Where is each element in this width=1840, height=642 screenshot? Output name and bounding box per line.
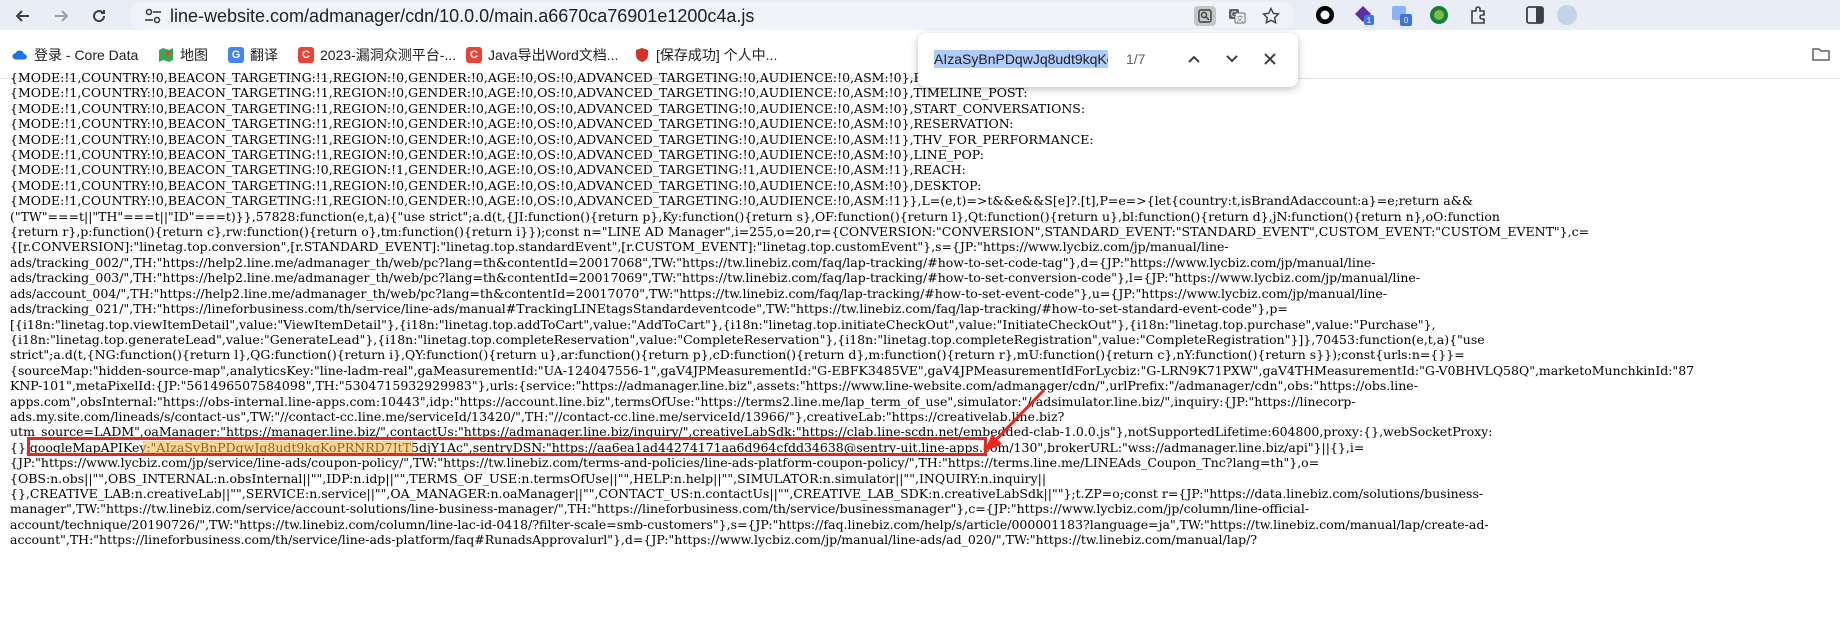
bookmark-label: Java导出Word文档... xyxy=(488,47,619,63)
bookmark-item[interactable]: C Java导出Word文档... xyxy=(466,44,618,66)
code-line: {MODE:!1,COUNTRY:!0,BEACON_TARGETING:!1,… xyxy=(10,85,1028,101)
bookmark-item[interactable]: C 2023-漏洞众测平台-... xyxy=(298,44,456,66)
code-line: ads/tracking_021/",TH:"https://lineforbu… xyxy=(10,301,1288,317)
code-line: {OBS:n.obs||"",OBS_INTERNAL:n.obsInterna… xyxy=(10,470,1047,486)
bookmark-label: 2023-漏洞众测平台-... xyxy=(320,47,457,63)
code-line: {sourceMap:"hidden-source-map",analytics… xyxy=(10,362,1695,378)
extension-badge-icon[interactable]: 1 xyxy=(1352,4,1374,26)
bookmark-label: 地图 xyxy=(180,47,208,63)
extension-globe-icon[interactable] xyxy=(1428,4,1450,26)
code-line: apps.com",obsInternal:"https://obs-inter… xyxy=(10,393,1356,409)
code-line: manager",TW:"https://tw.linebiz.com/serv… xyxy=(10,501,1310,517)
code-line: ads.my.site.com/lineads/s/contact-us",TW… xyxy=(10,408,1065,424)
code-line: ads/tracking_003/",TH:"https://help2.lin… xyxy=(10,270,1421,286)
side-panel-icon[interactable] xyxy=(1524,4,1546,26)
find-previous-button[interactable] xyxy=(1182,47,1206,71)
svg-text:0: 0 xyxy=(1404,16,1409,25)
bookmark-label: [保存成功] 个人中... xyxy=(656,47,778,63)
code-line: [{i18n:"linetag.top.viewItemDetail",valu… xyxy=(10,316,1436,332)
address-bar[interactable]: line-website.com/admanager/cdn/10.0.0/ma… xyxy=(130,2,1294,30)
bookmark-label: 翻译 xyxy=(250,47,278,63)
bookmark-item[interactable]: 登录 - Core Data xyxy=(12,44,138,66)
url-text: line-website.com/admanager/cdn/10.0.0/ma… xyxy=(170,6,755,26)
back-button[interactable] xyxy=(10,3,36,29)
code-line: ads/account_004/",TH:"https://help2.line… xyxy=(10,285,1388,301)
arrow-left-icon xyxy=(15,10,29,22)
code-line: {i18n:"linetag.top.generateLead",value:"… xyxy=(10,331,1485,347)
code-line: {MODE:!1,COUNTRY:!0,BEACON_TARGETING:!0,… xyxy=(10,162,966,178)
code-line: {MODE:!1,COUNTRY:!0,BEACON_TARGETING:!1,… xyxy=(10,131,1094,147)
code-line: {JP:"https://www.lycbiz.com/jp/service/l… xyxy=(10,455,1320,471)
chevron-down-icon xyxy=(1226,55,1238,63)
browser-toolbar: line-website.com/admanager/cdn/10.0.0/ma… xyxy=(0,0,1840,30)
code-line: {MODE:!1,COUNTRY:!0,BEACON_TARGETING:!1,… xyxy=(10,116,1014,132)
svg-text:1: 1 xyxy=(1367,16,1372,25)
find-match-count: 1/7 xyxy=(1126,51,1146,67)
c-icon: C xyxy=(298,47,314,63)
code-line: {return r},p:function(){return c},rw:fun… xyxy=(10,224,1590,240)
code-line: strict";a.d(t,{NG:function(){return l},Q… xyxy=(10,347,1465,363)
code-line: account/technique/20190726/",TW:"https:/… xyxy=(10,516,1489,532)
chevron-up-icon xyxy=(1188,55,1200,63)
code-line: KNP-101",metaPixelId:{JP:"56149650758409… xyxy=(10,378,1418,394)
extension-circle-icon[interactable] xyxy=(1314,4,1336,26)
close-icon xyxy=(1264,53,1276,65)
code-line: {MODE:!1,COUNTRY:!0,BEACON_TARGETING:!1,… xyxy=(10,100,1086,116)
find-in-page-icon[interactable] xyxy=(1194,6,1216,26)
reload-button[interactable] xyxy=(86,3,112,29)
code-line: account",TH:"https://lineforbusiness.com… xyxy=(10,532,1258,548)
shield-icon xyxy=(634,47,650,63)
code-line: {MODE:!1,COUNTRY:!0,BEACON_TARGETING:!1,… xyxy=(10,147,984,163)
code-line: ("TW"===t||"TH"===t||"ID"===t)}},57828:f… xyxy=(10,208,1500,224)
svg-text:文: 文 xyxy=(1237,14,1244,23)
bookmark-label: 登录 - Core Data xyxy=(34,47,139,63)
extensions-puzzle-icon[interactable] xyxy=(1468,4,1490,26)
bookmark-star-icon[interactable] xyxy=(1260,6,1282,26)
arrow-right-icon xyxy=(55,10,69,22)
c-icon: C xyxy=(466,47,482,63)
map-icon xyxy=(158,47,174,63)
translate-icon: G xyxy=(228,47,244,63)
code-line: {MODE:!1,COUNTRY:!0,BEACON_TARGETING:!1,… xyxy=(10,177,982,193)
extension-counter-icon[interactable]: 0 xyxy=(1390,4,1412,26)
reload-icon xyxy=(93,10,106,23)
code-line: ads/tracking_002/",TH:"https://help2.lin… xyxy=(10,254,1376,270)
profile-icon[interactable] xyxy=(1556,4,1578,26)
code-line: {[r.CONVERSION]:"linetag.top.conversion"… xyxy=(10,239,1229,255)
code-line: {MODE:!1,COUNTRY:!0,BEACON_TARGETING:!1,… xyxy=(10,193,1473,209)
source-code-view: {MODE:!1,COUNTRY:!0,BEACON_TARGETING:!1,… xyxy=(10,70,1840,642)
api-key-highlight-box xyxy=(27,437,987,456)
cloud-icon xyxy=(12,47,28,63)
bookmark-item[interactable]: 地图 xyxy=(158,44,208,66)
translate-icon[interactable]: G文 xyxy=(1226,6,1248,26)
site-settings-icon[interactable] xyxy=(144,8,162,24)
find-close-button[interactable] xyxy=(1258,47,1282,71)
bookmark-item[interactable]: [保存成功] 个人中... xyxy=(634,44,777,66)
find-input[interactable]: AIzaSyBnPDqwJq8udt9kqKol xyxy=(934,50,1108,68)
forward-button[interactable] xyxy=(48,3,74,29)
folder-icon[interactable] xyxy=(1812,46,1830,62)
bookmark-item[interactable]: G 翻译 xyxy=(228,44,278,66)
find-bar: AIzaSyBnPDqwJq8udt9kqKol 1/7 xyxy=(918,33,1298,87)
code-line: {},CREATIVE_LAB:n.creativeLab||"",SERVIC… xyxy=(10,485,1484,501)
annotation-arrow-icon xyxy=(984,388,1046,452)
find-next-button[interactable] xyxy=(1220,47,1244,71)
